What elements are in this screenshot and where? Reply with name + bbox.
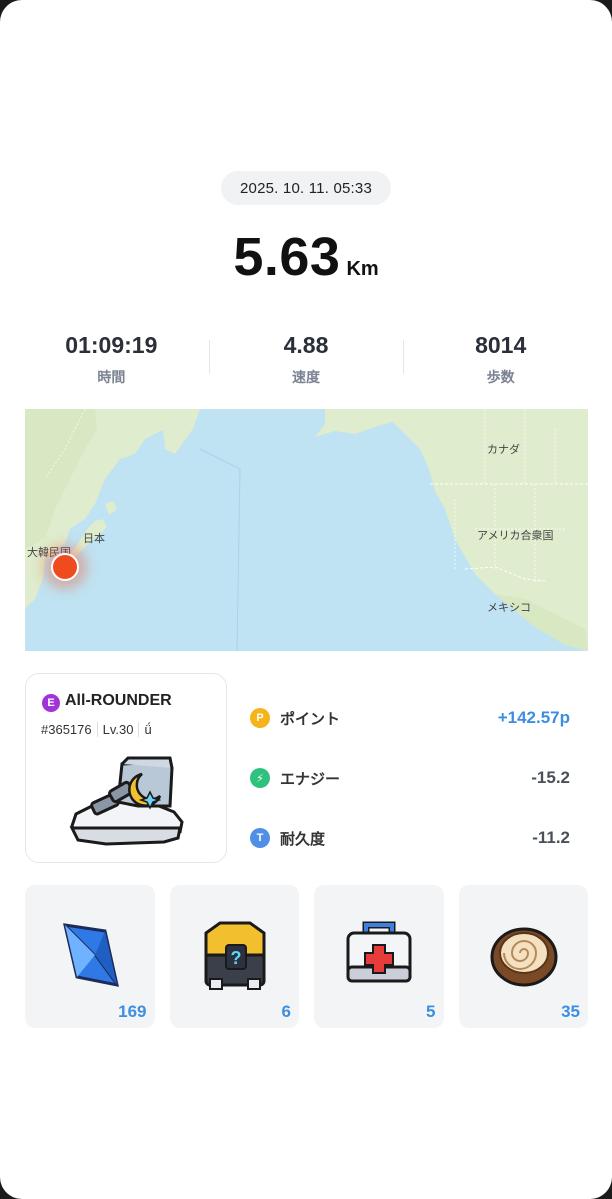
energy-bolt-icon: ⚡ xyxy=(250,768,270,788)
location-marker xyxy=(51,553,79,581)
item-first-aid-count: 5 xyxy=(426,1002,436,1021)
item-grid: 169 ? 6 5 35 xyxy=(25,885,588,1028)
item-first-aid[interactable]: 5 xyxy=(314,885,444,1028)
shoe-meta: #365176 Lv.30 ǘ xyxy=(41,722,157,737)
stats-row: 01:09:19 時間 4.88 速度 8014 歩数 xyxy=(14,332,598,392)
shoe-badge: ǘ xyxy=(138,722,156,737)
reward-row-durability: T 耐久度 -11.2 xyxy=(250,808,570,868)
durability-icon: T xyxy=(250,828,270,848)
distance-value: 5.63 xyxy=(233,227,341,287)
shoe-id: #365176 xyxy=(41,722,92,737)
points-icon: P xyxy=(250,708,270,728)
reward-row-energy: ⚡ エナジー -15.2 xyxy=(250,748,570,808)
distance-display: 5.63 Km xyxy=(0,226,612,288)
first-aid-kit-icon xyxy=(346,921,412,983)
durability-label: 耐久度 xyxy=(280,830,326,848)
distance-unit: Km xyxy=(346,258,379,280)
points-label: ポイント xyxy=(280,710,341,728)
map-label-usa: アメリカ合衆国 xyxy=(477,530,554,542)
item-fossil[interactable]: 35 xyxy=(458,885,588,1028)
datetime-text: 2025. 10. 11. 05:33 xyxy=(240,179,372,197)
item-gem[interactable]: 169 xyxy=(25,885,155,1028)
stat-time: 01:09:19 時間 xyxy=(14,332,209,392)
datetime-badge: 2025. 10. 11. 05:33 xyxy=(221,171,391,205)
item-mystery-box[interactable]: ? 6 xyxy=(169,885,299,1028)
shoe-level: Lv.30 xyxy=(96,722,139,737)
energy-value: -15.2 xyxy=(531,768,570,787)
sneaker-icon xyxy=(69,756,184,846)
gem-icon xyxy=(63,923,119,987)
durability-value: -11.2 xyxy=(532,828,570,847)
stat-speed: 4.88 速度 xyxy=(208,332,404,392)
ammonite-fossil-icon xyxy=(490,927,557,987)
points-value: +142.57p xyxy=(497,708,570,727)
shoe-card[interactable]: E All-ROUNDER #365176 Lv.30 ǘ xyxy=(25,673,227,863)
map-label-canada: カナダ xyxy=(487,444,520,456)
route-map[interactable]: 大韓民国 日本 カナダ アメリカ合衆国 メキシコ xyxy=(25,409,588,651)
svg-text:?: ? xyxy=(230,948,241,968)
activity-summary-screen: 2025. 10. 11. 05:33 5.63 Km 01:09:19 時間 4… xyxy=(0,0,612,1199)
stat-steps-value: 8014 xyxy=(475,332,527,358)
energy-label: エナジー xyxy=(280,770,341,788)
map-label-mexico: メキシコ xyxy=(487,602,531,614)
item-gem-count: 169 xyxy=(118,1002,147,1021)
reward-list: P ポイント +142.57p ⚡ エナジー -15.2 T 耐久度 -11.2 xyxy=(250,688,570,868)
grade-badge: E xyxy=(42,694,60,712)
reward-row-points: P ポイント +142.57p xyxy=(250,688,570,748)
map-label-japan: 日本 xyxy=(83,533,105,545)
shoe-name: All-ROUNDER xyxy=(65,692,172,709)
stat-steps: 8014 歩数 xyxy=(403,332,598,392)
stat-steps-label: 歩数 xyxy=(486,369,515,385)
stat-speed-value: 4.88 xyxy=(283,332,329,358)
stat-time-label: 時間 xyxy=(97,369,126,385)
stat-time-value: 01:09:19 xyxy=(65,332,158,358)
item-mystery-box-count: 6 xyxy=(281,1002,291,1021)
item-fossil-count: 35 xyxy=(561,1002,580,1021)
mystery-box-icon: ? xyxy=(204,921,265,990)
stat-speed-label: 速度 xyxy=(292,369,320,385)
